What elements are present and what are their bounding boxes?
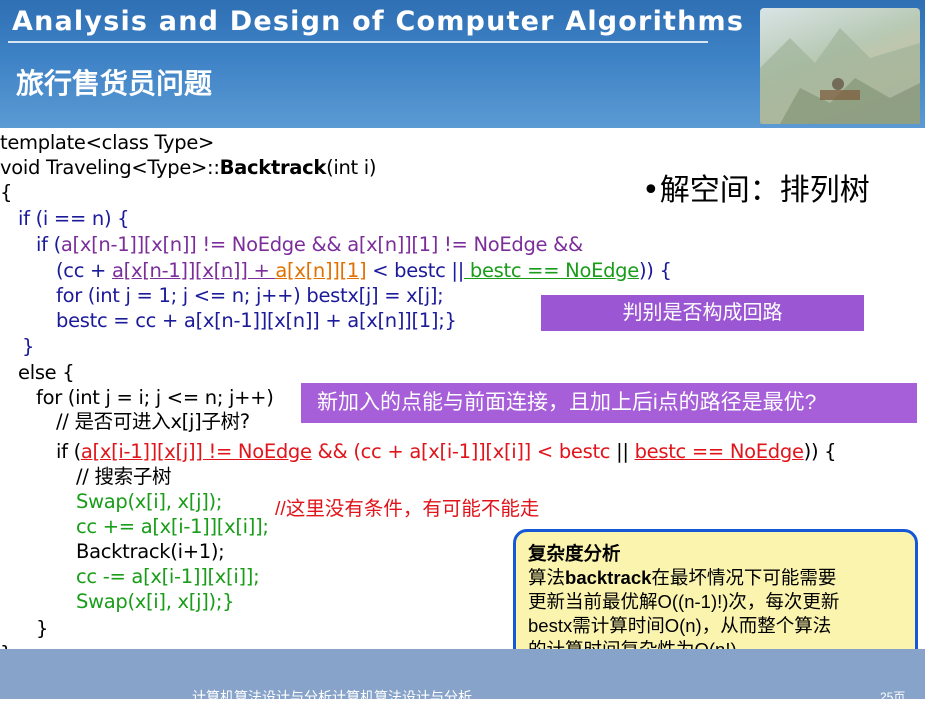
code-line: if (a[x[i-1]][x[j]] != NoEdge && (cc + a… [56, 440, 837, 463]
loop-check-callout: 判别是否构成回路 [541, 295, 864, 331]
complexity-title: 复杂度分析 [528, 543, 621, 564]
code-line: else { [18, 361, 75, 384]
code-line: void Traveling<Type>::Backtrack(int i) [0, 156, 377, 179]
code-line: { [0, 181, 13, 204]
page-number: 25页 [880, 690, 906, 704]
code-line: for (int j = i; j <= n; j++) [36, 386, 274, 409]
code-comment: // 是否可进入x[j]子树? [56, 410, 250, 433]
code-line: } [22, 335, 35, 358]
header-illustration [760, 8, 920, 124]
landscape-painting-icon [760, 28, 920, 124]
code-line: cc -= a[x[i-1]][x[i]]; [76, 565, 260, 588]
new-point-callout: 新加入的点能与前面连接，且加上后i点的路径是最优? [301, 383, 917, 423]
code-comment: // 搜索子树 [76, 465, 172, 488]
complexity-line: 更新当前最优解O((n-1)!)次，每次更新 [528, 591, 840, 612]
code-line: Swap(x[i], x[j]); [76, 490, 223, 513]
code-line: } [36, 617, 49, 640]
solution-space-note: •解空间：排列树 [642, 173, 870, 208]
header-divider [8, 41, 708, 43]
code-line: template<class Type> [0, 131, 215, 154]
code-line: if (a[x[n-1]][x[n]] != NoEdge && a[x[n]]… [36, 233, 583, 256]
no-condition-comment: //这里没有条件，有可能不能走 [275, 498, 540, 520]
code-line: if (i == n) { [18, 207, 130, 230]
slide-title: 旅行售货员问题 [16, 67, 213, 100]
footer-text: 计算机算法设计与分析计算机算法设计与分析 [192, 689, 472, 705]
complexity-line: bestx需计算时间O(n)，从而整个算法 [528, 615, 832, 636]
complexity-line: 算法backtrack在最坏情况下可能需要 [528, 567, 837, 588]
code-line: bestc = cc + a[x[n-1]][x[n]] + a[x[n]][1… [56, 309, 457, 332]
code-line: Swap(x[i], x[j]);} [76, 590, 235, 613]
slide-header: Analysis and Design of Computer Algorith… [0, 0, 925, 128]
code-line: (cc + a[x[n-1]][x[n]] + a[x[n]][1] < bes… [56, 259, 672, 282]
course-title: Analysis and Design of Computer Algorith… [12, 6, 745, 37]
code-line: cc += a[x[i-1]][x[i]]; [76, 515, 269, 538]
code-line: Backtrack(i+1); [76, 540, 225, 563]
code-line: for (int j = 1; j <= n; j++) bestx[j] = … [56, 284, 444, 307]
